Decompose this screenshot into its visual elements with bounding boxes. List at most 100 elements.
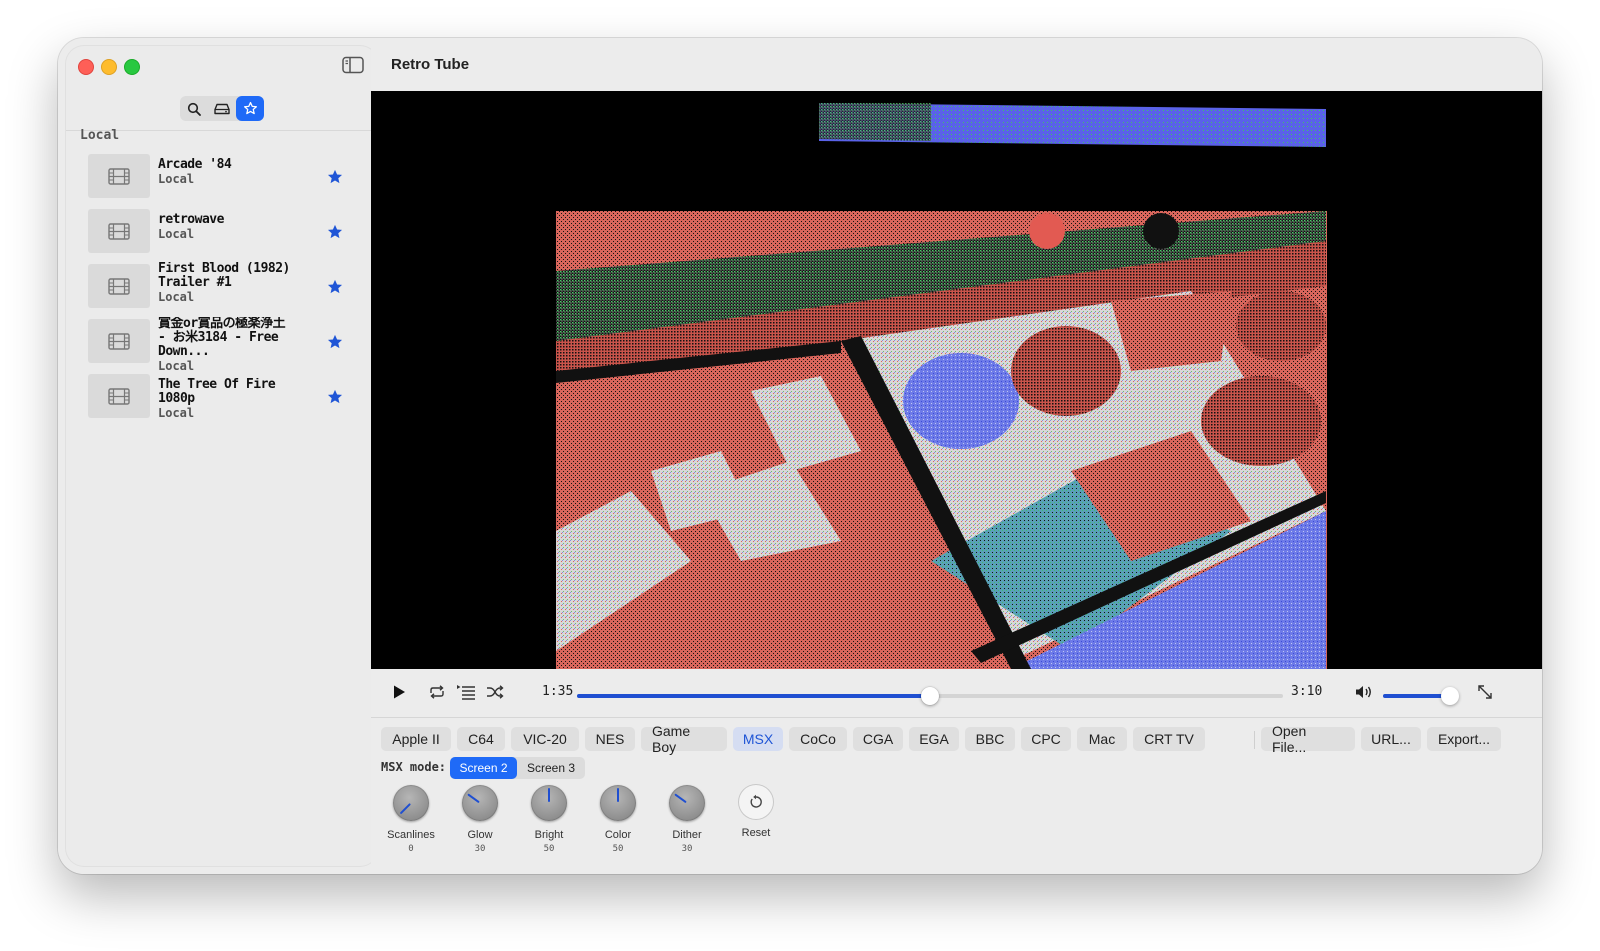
volume-slider[interactable] (1383, 687, 1459, 705)
knob-value: 30 (474, 844, 486, 854)
dither-dial[interactable] (669, 785, 705, 821)
bright-dial[interactable] (531, 785, 567, 821)
playback-controls: 1:35 3:10 (371, 670, 1542, 714)
video-thumbnail (88, 374, 150, 418)
list-item[interactable]: First Blood (1982) Trailer #1 Local (88, 262, 368, 317)
knob-color[interactable]: Color 50 (583, 783, 653, 854)
system-button-nes[interactable]: NES (585, 727, 635, 751)
reset-label: Reset (741, 827, 771, 839)
zoom-window-button[interactable] (124, 59, 140, 75)
favorite-star-icon[interactable] (326, 223, 344, 241)
system-button-cpc[interactable]: CPC (1021, 727, 1071, 751)
volume-knob[interactable] (1440, 687, 1459, 705)
knob-glow[interactable]: Glow 30 (445, 783, 515, 854)
video-display[interactable] (371, 91, 1542, 669)
sidebar-view-switcher (180, 96, 264, 121)
item-subtitle: Local (158, 290, 195, 304)
knob-value: 50 (612, 844, 624, 854)
item-subtitle: Local (158, 227, 195, 241)
mode-option-screen-3[interactable]: Screen 3 (517, 757, 585, 779)
playlist-icon[interactable] (456, 684, 476, 705)
list-item[interactable]: 賞金or賞品の極楽浄土 - お米3184 - Free Down... Local (88, 317, 368, 373)
system-button-cga[interactable]: CGA (853, 727, 903, 751)
knob-value: 50 (543, 844, 555, 854)
dial-indicator (674, 793, 687, 804)
play-icon[interactable] (391, 684, 407, 705)
list-item[interactable]: retrowave Local (88, 207, 368, 262)
system-button-ega[interactable]: EGA (909, 727, 959, 751)
shuffle-icon[interactable] (486, 684, 504, 705)
system-buttons: Apple II C64 VIC-20 NES Game Boy MSX CoC… (381, 723, 1541, 755)
star-outline-icon (243, 101, 257, 115)
film-icon (108, 167, 130, 185)
knob-scanlines[interactable]: Scanlines 0 (376, 783, 446, 854)
reset-button[interactable] (739, 785, 773, 819)
knob-label: Glow (467, 829, 493, 841)
repeat-icon[interactable] (428, 684, 446, 705)
url-button[interactable]: URL... (1361, 727, 1421, 751)
system-button-bbc[interactable]: BBC (965, 727, 1015, 751)
progress-fill (577, 694, 930, 698)
system-button-crt-tv[interactable]: CRT TV (1133, 727, 1205, 751)
knob-label: Color (604, 829, 632, 841)
system-button-vic-20[interactable]: VIC-20 (511, 727, 579, 751)
item-title: 賞金or賞品の極楽浄土 - お米3184 - Free Down... (158, 317, 286, 359)
list-item[interactable]: The Tree Of Fire 1080p Local (88, 372, 368, 427)
list-item[interactable]: Arcade '84 Local (88, 152, 368, 207)
volume-fill (1383, 694, 1450, 698)
favorite-star-icon[interactable] (326, 168, 344, 186)
knob-bright[interactable]: Bright 50 (514, 783, 584, 854)
mode-option-screen-2[interactable]: Screen 2 (450, 757, 517, 779)
close-window-button[interactable] (78, 59, 94, 75)
item-title: First Blood (1982) Trailer #1 (158, 262, 290, 290)
system-button-coco[interactable]: CoCo (789, 727, 847, 751)
dial-indicator (399, 803, 411, 815)
current-time: 1:35 (542, 684, 574, 699)
knob-label: Scanlines (387, 829, 435, 841)
system-button-msx[interactable]: MSX (733, 727, 783, 751)
scanlines-dial[interactable] (393, 785, 429, 821)
system-button-game-boy[interactable]: Game Boy (641, 723, 727, 755)
system-button-mac[interactable]: Mac (1077, 727, 1127, 751)
glow-dial[interactable] (462, 785, 498, 821)
item-subtitle: Local (158, 359, 195, 373)
app-window: Local Arcade '84 Local retrowave Local Fir… (58, 38, 1542, 874)
knob-value: 30 (681, 844, 693, 854)
minimize-window-button[interactable] (101, 59, 117, 75)
favorite-star-icon[interactable] (326, 388, 344, 406)
item-subtitle: Local (158, 172, 195, 186)
export-button[interactable]: Export... (1427, 727, 1501, 751)
video-thumbnail (88, 319, 150, 363)
fullscreen-icon[interactable] (1477, 684, 1493, 705)
video-list: Arcade '84 Local retrowave Local First Blo… (88, 152, 368, 427)
film-icon (108, 222, 130, 240)
knob-label: Dither (672, 829, 702, 841)
film-icon (108, 332, 130, 350)
system-button-c64[interactable]: C64 (457, 727, 505, 751)
favorite-star-icon[interactable] (326, 333, 344, 351)
reset-control[interactable]: Reset (721, 783, 791, 839)
item-title: Arcade '84 (158, 158, 232, 172)
sidebar-toggle-icon[interactable] (342, 56, 364, 74)
favorites-tab[interactable] (236, 96, 264, 121)
video-frame (371, 91, 1542, 669)
knob-dither[interactable]: Dither 30 (652, 783, 722, 854)
item-subtitle: Local (158, 406, 195, 420)
drive-icon (214, 103, 230, 114)
volume-icon[interactable] (1354, 683, 1374, 706)
film-icon (108, 277, 130, 295)
favorite-star-icon[interactable] (326, 278, 344, 296)
reset-icon (750, 794, 762, 808)
knob-value: 0 (408, 844, 414, 854)
item-title: The Tree Of Fire 1080p (158, 378, 276, 406)
system-button-apple-ii[interactable]: Apple II (381, 727, 451, 751)
local-drive-tab[interactable] (208, 96, 236, 121)
open-file-button[interactable]: Open File... (1261, 723, 1355, 755)
color-dial[interactable] (600, 785, 636, 821)
video-thumbnail (88, 209, 150, 253)
progress-knob[interactable] (921, 687, 939, 705)
mode-label: MSX mode: (381, 760, 447, 774)
search-icon (187, 102, 201, 116)
progress-slider[interactable] (577, 687, 1283, 705)
search-tab[interactable] (180, 96, 208, 121)
